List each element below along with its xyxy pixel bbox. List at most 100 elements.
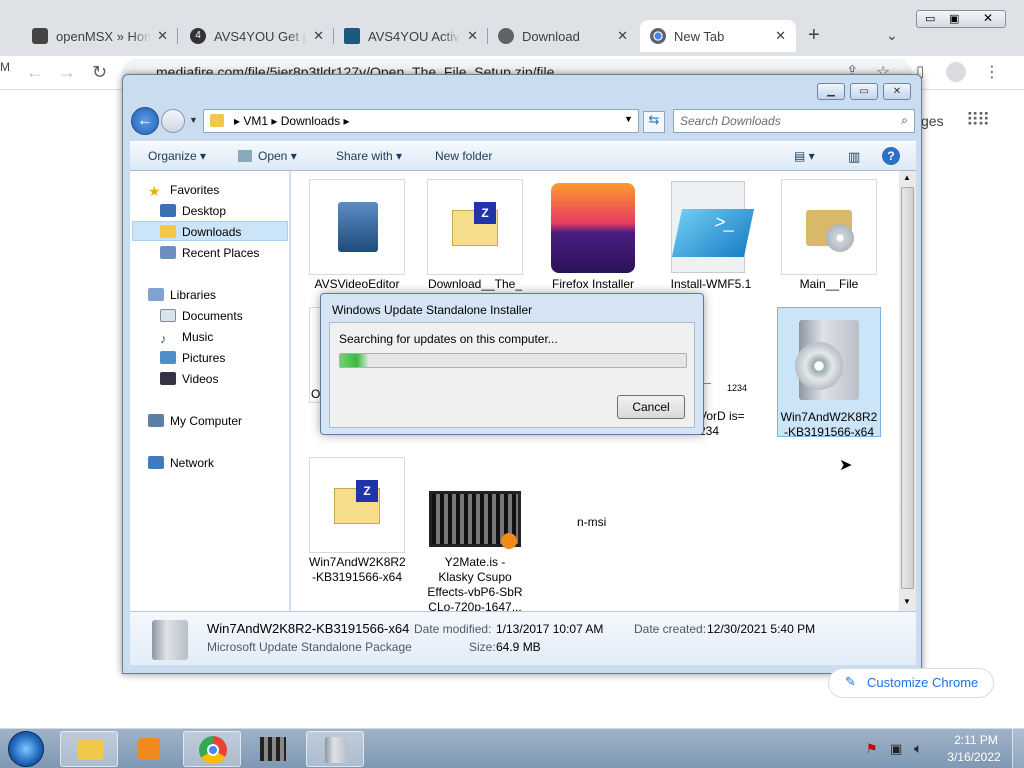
avs-icon: 4 [190,28,206,44]
nav-documents[interactable]: Documents [160,309,243,323]
file-name: Y2Mate.is - Klasky Csupo Effects-vbP6-Sb… [427,555,523,614]
zip-icon: Z [309,457,405,553]
nav-my-computer[interactable]: My Computer [148,414,242,428]
tab-avs4you-activate[interactable]: AVS4YOU Activat ✕ [334,20,488,52]
chrome-icon[interactable] [183,731,241,767]
reload-icon[interactable]: ↻ [92,62,107,83]
close-icon[interactable]: ✕ [617,28,628,44]
file-name: Firefox Installer [551,277,635,291]
nav-label: Network [170,456,215,470]
tab-avs4you-get[interactable]: 4 AVS4YOU Get pr ✕ [180,20,334,52]
preview-pane-icon[interactable]: ▥ [848,149,860,165]
scroll-thumb[interactable] [901,187,914,589]
breadcrumb[interactable]: ▸ VM1 ▸ Downloads ▸ ▼ [203,109,639,133]
view-options-icon[interactable]: ▤ ▾ [794,149,815,163]
new-tab-button[interactable]: + [808,24,820,47]
close-window-icon[interactable]: ✕ [983,11,993,25]
close-icon[interactable]: ✕ [775,28,786,44]
star-icon: ★ [148,183,161,199]
profile-avatar[interactable] [946,62,966,82]
nav-network[interactable]: Network [148,456,214,470]
globe-icon [498,28,514,44]
installer-icon[interactable] [306,731,364,767]
clock-date[interactable]: 3/16/2022 [946,750,1002,764]
nav-pictures[interactable]: Pictures [160,351,225,365]
volume-icon[interactable]: 🔈︎ [914,740,922,757]
share-with-button[interactable]: Share with ▾ [336,149,402,163]
new-folder-button[interactable]: New folder [435,149,492,163]
close-icon[interactable]: ✕ [467,28,478,44]
nav-downloads[interactable]: Downloads [132,221,288,241]
organize-button[interactable]: Organize ▾ [148,149,206,163]
nav-desktop[interactable]: Desktop [160,204,226,218]
share-with-label: Share with [336,149,393,163]
network-tray-icon[interactable]: ▣ [890,741,902,757]
chevron-down-icon[interactable]: ⌄ [886,27,898,44]
nav-label: Downloads [182,225,242,239]
nav-label: Pictures [182,351,226,365]
menu-icon[interactable]: ⋮ [984,62,1000,82]
back-icon[interactable]: ← [26,62,44,83]
breadcrumb-item[interactable]: VM1 [243,114,268,128]
nav-recent-places[interactable]: Recent Places [160,246,259,260]
maximize-icon[interactable]: ▣ [949,12,959,25]
tab-title: New Tab [674,28,725,44]
apps-grid-icon[interactable]: ⠿⠿ [966,110,990,131]
search-input[interactable]: Search Downloads ⌕ [673,109,915,133]
file-name: O [311,387,321,401]
search-icon: ⌕ [901,113,908,127]
search-placeholder: Search Downloads [680,114,781,128]
scroll-up-icon[interactable]: ▲ [903,173,911,182]
nav-videos[interactable]: Videos [160,372,218,386]
chevron-down-icon[interactable]: ▼ [624,114,633,124]
file-item[interactable]: Z Win7AndW2K8R2 -KB3191566-x64 [309,457,406,585]
file-item[interactable]: Firefox Installer [545,179,641,292]
nav-label: Libraries [170,288,217,302]
media-player-icon[interactable] [120,731,178,767]
forward-icon[interactable]: → [58,62,76,83]
tab-new-tab[interactable]: New Tab ✕ [640,20,796,52]
file-item-selected[interactable]: Win7AndW2K8R2 -KB3191566-x64 [777,307,881,439]
recent-pages-icon[interactable]: ▼ [189,115,198,125]
dialog-title: Windows Update Standalone Installer [332,303,533,317]
breadcrumb-separator: ▸ [234,114,244,128]
close-icon[interactable]: ✕ [157,28,168,44]
maximize-icon[interactable]: ▭ [850,83,878,100]
refresh-icon[interactable]: ⇆ [643,111,665,133]
breadcrumb-item[interactable]: Downloads [281,114,340,128]
file-item[interactable]: Z Download__The_ [427,179,523,292]
forward-icon[interactable] [161,109,185,133]
file-item[interactable]: Y2Mate.is - Klasky Csupo Effects-vbP6-Sb… [427,457,523,615]
minimize-icon[interactable]: ▁ [817,83,845,100]
clock-time[interactable]: 2:11 PM [950,733,1002,747]
cancel-button[interactable]: Cancel [617,395,685,419]
customize-chrome-button[interactable]: ✎ Customize Chrome [828,668,994,698]
nav-favorites[interactable]: ★ Favorites [148,183,219,199]
close-icon[interactable]: ✕ [313,28,324,44]
vertical-scrollbar[interactable]: ▲ ▼ [899,171,916,611]
scroll-down-icon[interactable]: ▼ [903,597,911,606]
close-window-icon[interactable]: ✕ [883,83,911,100]
tab-download[interactable]: Download ✕ [488,20,638,52]
file-item[interactable]: AVSVideoEditor [309,179,405,292]
tab-openmsx[interactable]: openMSX » Home ✕ [22,20,178,52]
navigation-pane: ★ Favorites Desktop Downloads Recent Plac… [130,171,290,611]
details-pane: Win7AndW2K8R2-KB3191566-x64 Microsoft Up… [130,611,916,665]
file-item[interactable]: Main__File [781,179,877,292]
help-icon[interactable]: ? [882,147,900,165]
nav-music[interactable]: ♪ Music [160,330,213,346]
network-icon [148,456,164,469]
file-item[interactable]: >_ Install-WMF5.1 [663,179,759,292]
file-name: Main__File [799,277,859,291]
explorer-icon[interactable] [60,731,118,767]
firefox-icon [545,179,641,275]
back-icon[interactable]: ← [131,107,159,135]
minimize-icon[interactable]: ▭ [925,12,935,25]
nav-libraries[interactable]: Libraries [148,288,216,302]
show-desktop-button[interactable] [1012,729,1024,768]
action-center-icon[interactable]: ⚑ [866,741,878,757]
open-button[interactable]: Open ▾ [238,149,297,163]
start-orb-icon[interactable] [8,731,44,767]
command-bar: Organize ▾ Open ▾ Share with ▾ New folde… [130,141,916,171]
movie-maker-icon[interactable] [244,731,302,767]
